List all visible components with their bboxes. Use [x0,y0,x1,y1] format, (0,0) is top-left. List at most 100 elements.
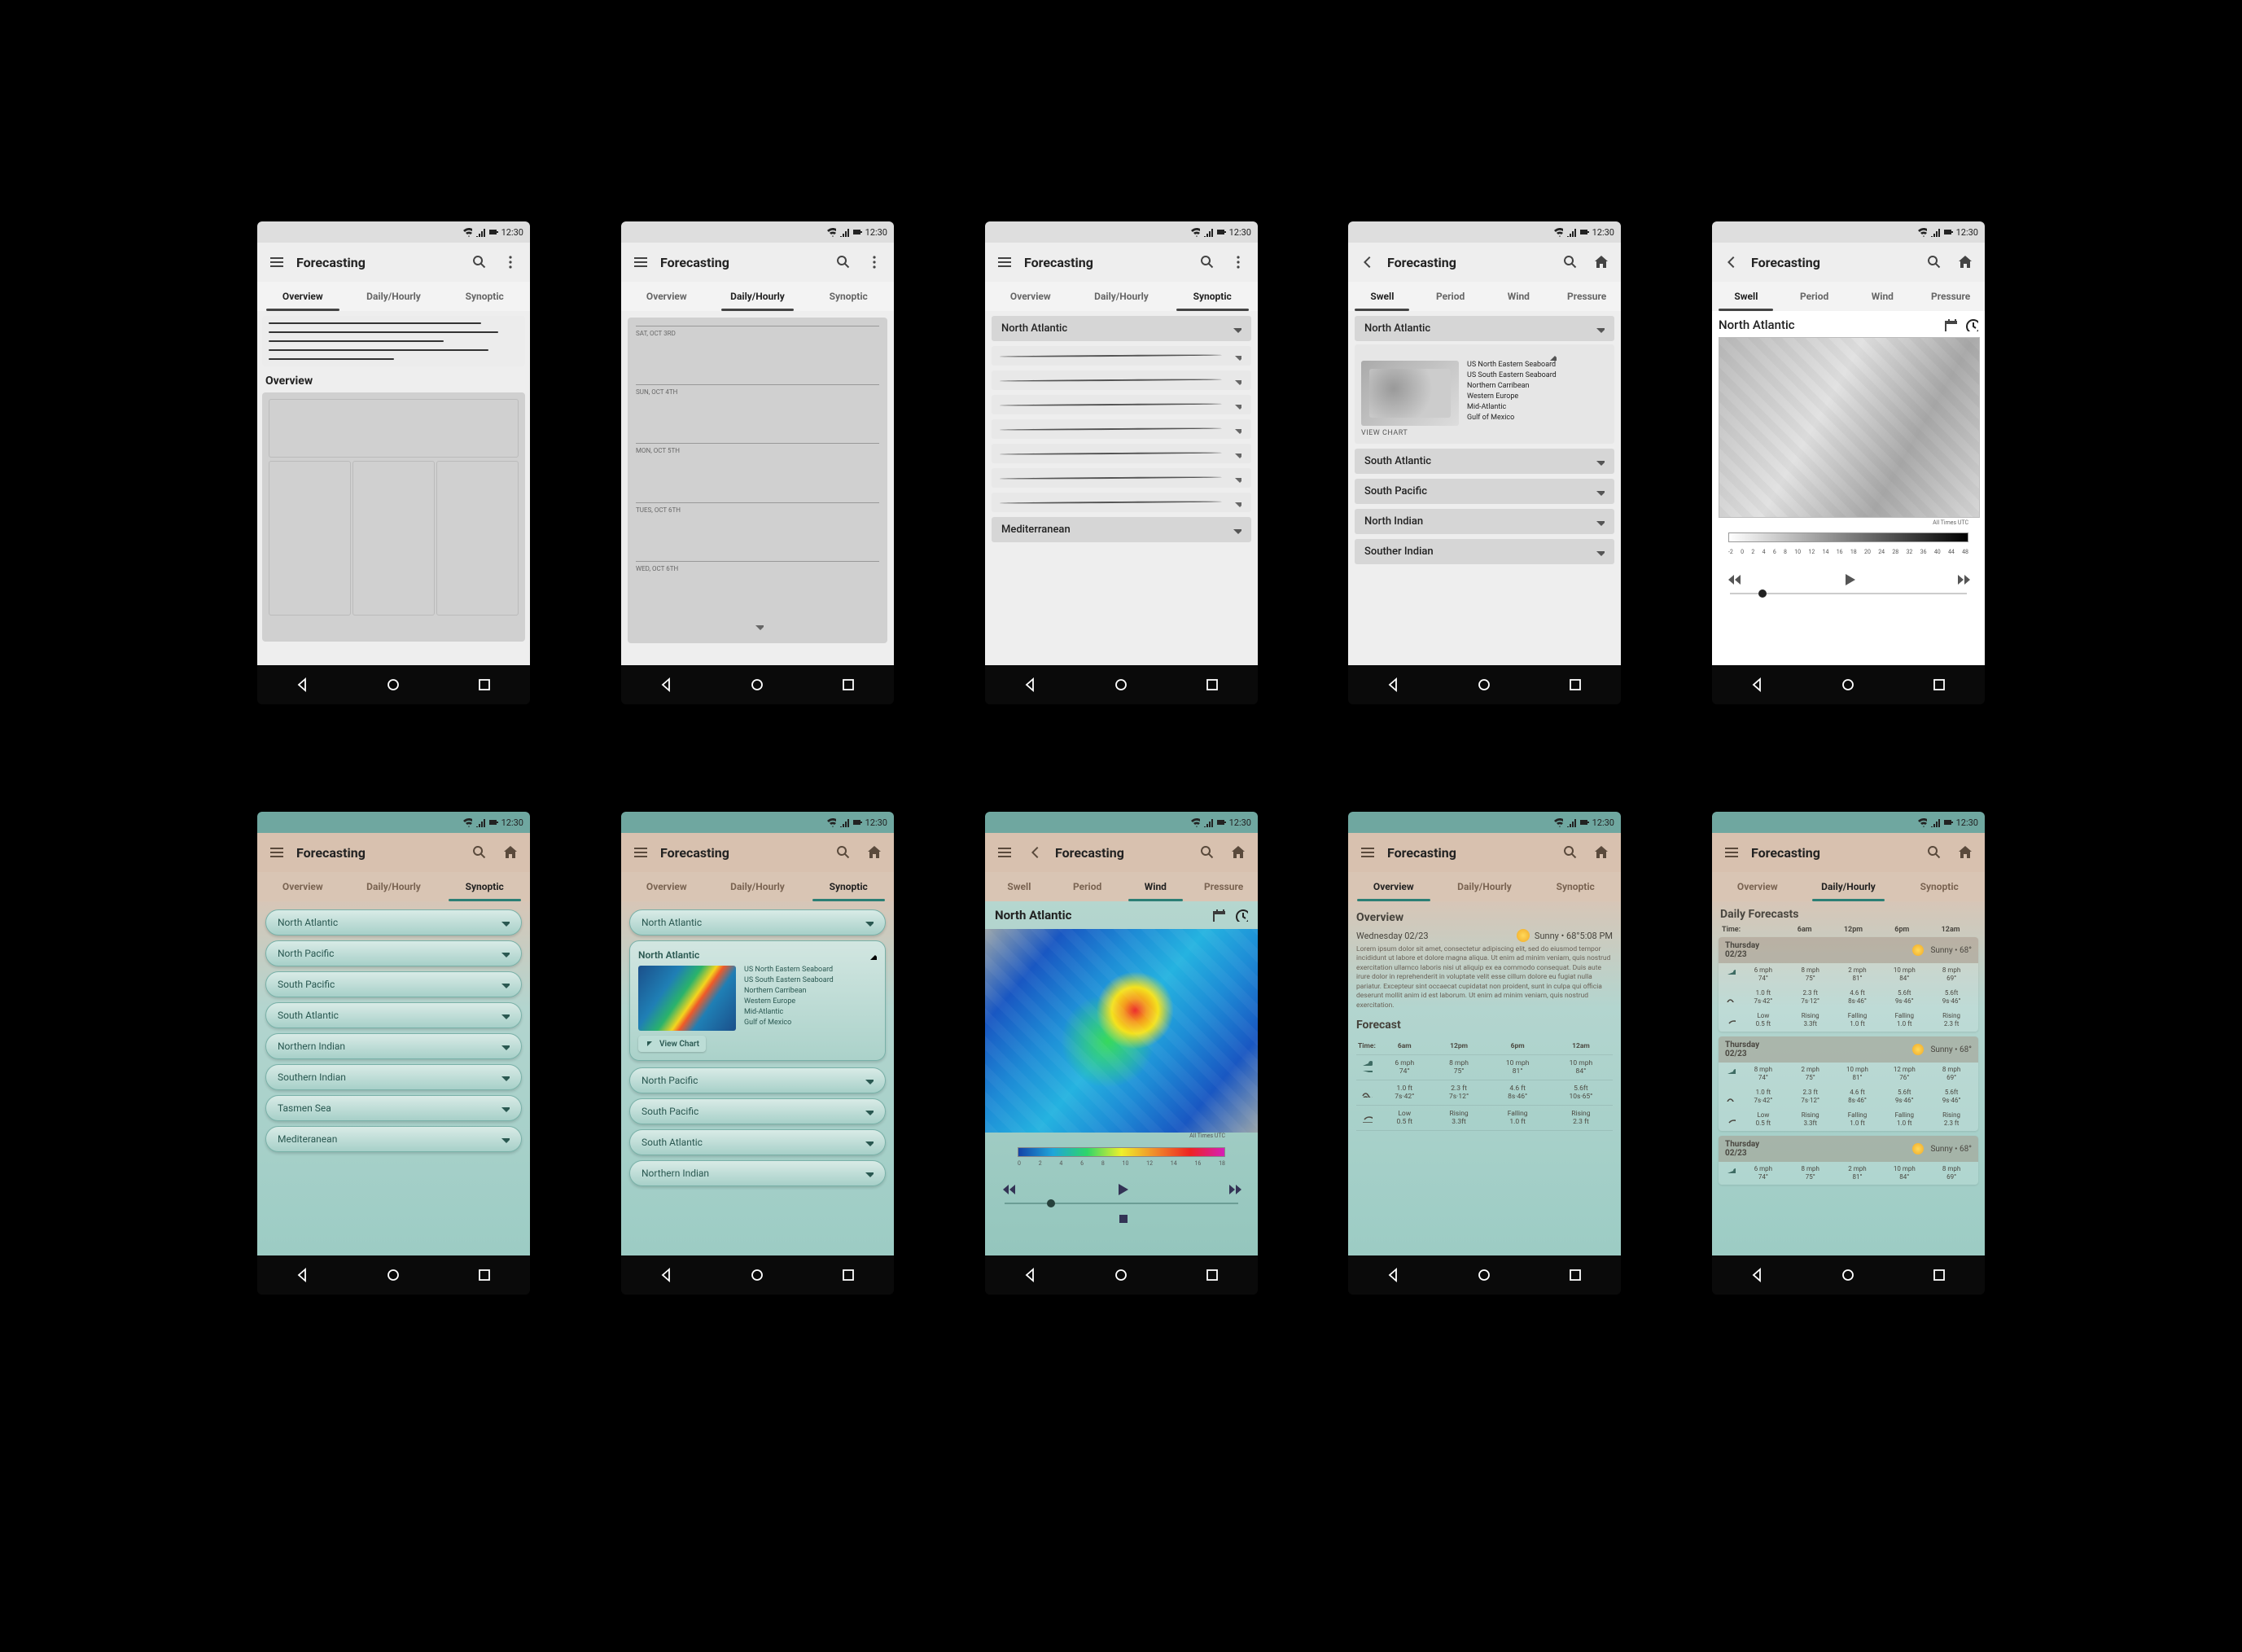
subregion-link[interactable]: Northern Carribean [1467,382,1557,390]
search-icon[interactable] [1923,841,1946,864]
tab-pressure[interactable]: Pressure [1552,282,1621,311]
nav-back-icon[interactable] [296,1268,310,1282]
nav-home-icon[interactable] [1114,1268,1128,1282]
tab-daily[interactable]: Daily/Hourly [712,282,804,311]
tab-daily[interactable]: Daily/Hourly [348,872,440,901]
subregion-link[interactable]: Northern Carribean [744,987,834,995]
menu-icon[interactable] [629,841,652,864]
search-icon[interactable] [1923,251,1946,274]
nav-home-icon[interactable] [1477,1268,1491,1282]
nav-home-icon[interactable] [1841,1268,1855,1282]
tab-overview[interactable]: Overview [257,282,348,311]
nav-back-icon[interactable] [659,1268,674,1282]
player-track[interactable] [1730,593,1967,594]
nav-back-icon[interactable] [1386,1268,1401,1282]
region-pill[interactable]: South Pacific [265,971,522,997]
nav-recent-icon[interactable] [1568,677,1583,692]
rewind-icon[interactable] [1727,572,1741,586]
day-row[interactable]: SAT, OCT 3RD [636,326,879,384]
search-icon[interactable] [468,841,491,864]
region-pill[interactable]: South Atlantic [265,1002,522,1028]
nav-recent-icon[interactable] [477,677,492,692]
fast-forward-icon[interactable] [1955,572,1970,586]
subregion-link[interactable]: Western Europe [744,997,834,1006]
region-header[interactable]: Mediterranean [992,517,1251,542]
region-pill[interactable]: North Atlantic [265,909,522,936]
nav-home-icon[interactable] [750,1268,764,1282]
search-icon[interactable] [832,841,855,864]
tab-synoptic[interactable]: Synoptic [803,872,894,901]
tab-daily[interactable]: Daily/Hourly [712,872,804,901]
nav-back-icon[interactable] [1750,677,1765,692]
tab-daily[interactable]: Daily/Hourly [1076,282,1167,311]
tab-overview[interactable]: Overview [621,872,712,901]
region-pill[interactable]: North Pacific [629,1067,886,1093]
search-icon[interactable] [1196,841,1219,864]
play-icon[interactable] [1114,1181,1129,1196]
nav-recent-icon[interactable] [1932,677,1946,692]
tab-synoptic[interactable]: Synoptic [439,872,530,901]
region-header[interactable]: North Atlantic [992,316,1251,341]
nav-recent-icon[interactable] [1932,1268,1946,1282]
search-icon[interactable] [832,251,855,274]
tab-overview[interactable]: Overview [985,282,1076,311]
nav-recent-icon[interactable] [477,1268,492,1282]
play-icon[interactable] [1841,572,1856,586]
day-list[interactable]: SAT, OCT 3RD SUN, OCT 4TH MON, OCT 5TH T… [628,318,887,643]
day-row[interactable]: MON, OCT 5TH [636,443,879,502]
region-header[interactable]: South Pacific [1355,479,1614,504]
nav-home-icon[interactable] [1477,677,1491,692]
region-pill[interactable]: North Atlantic [629,909,886,936]
wind-heatmap[interactable] [985,929,1258,1133]
back-icon[interactable] [1720,251,1743,274]
region-pill[interactable]: Tasmen Sea [265,1095,522,1121]
tab-synoptic[interactable]: Synoptic [1894,872,1985,901]
tab-synoptic[interactable]: Synoptic [1530,872,1621,901]
subregion-link[interactable]: Mid-Atlantic [744,1008,834,1016]
more-icon[interactable] [863,251,886,274]
player-track[interactable] [1005,1203,1238,1204]
region-pill[interactable]: Mediteranean [265,1126,522,1152]
menu-icon[interactable] [265,841,288,864]
fast-forward-icon[interactable] [1227,1181,1241,1196]
subregion-row[interactable] [992,493,1251,512]
search-icon[interactable] [1559,841,1582,864]
stop-icon[interactable] [1115,1211,1128,1224]
subregion-row[interactable] [992,395,1251,414]
menu-icon[interactable] [1356,841,1379,864]
nav-home-icon[interactable] [386,677,401,692]
region-header[interactable]: Souther Indian [1355,539,1614,564]
back-icon[interactable] [1024,841,1047,864]
nav-home-icon[interactable] [1114,677,1128,692]
day-card-header[interactable]: Thursday02/23Sunny • 68° [1719,1036,1978,1063]
clock-icon[interactable] [1235,909,1248,922]
menu-icon[interactable] [265,251,288,274]
menu-icon[interactable] [993,841,1016,864]
tab-pressure[interactable]: Pressure [1916,282,1985,311]
tab-overview[interactable]: Overview [1348,872,1439,901]
subregion-link[interactable]: Gulf of Mexico [744,1019,834,1027]
subregion-row[interactable] [992,444,1251,463]
tab-period[interactable]: Period [1053,872,1122,901]
menu-icon[interactable] [1720,841,1743,864]
tab-wind[interactable]: Wind [1485,282,1553,311]
nav-recent-icon[interactable] [1205,1268,1220,1282]
tab-synoptic[interactable]: Synoptic [803,282,894,311]
synoptic-map[interactable] [1719,337,1980,518]
nav-recent-icon[interactable] [1205,677,1220,692]
calendar-icon[interactable] [1212,909,1225,922]
nav-recent-icon[interactable] [1568,1268,1583,1282]
home-icon[interactable] [1590,841,1613,864]
region-pill[interactable]: Southern Indian [265,1064,522,1090]
tab-swell[interactable]: Swell [985,872,1053,901]
nav-back-icon[interactable] [659,677,674,692]
menu-icon[interactable] [629,251,652,274]
day-row[interactable]: SUN, OCT 4TH [636,384,879,443]
subregion-row[interactable] [992,370,1251,390]
day-row[interactable]: WED, OCT 6TH [636,561,879,620]
view-chart-link[interactable]: VIEW CHART [1361,429,1408,437]
nav-home-icon[interactable] [386,1268,401,1282]
day-row[interactable]: TUES, OCT 6TH [636,502,879,561]
region-header[interactable]: North Indian [1355,509,1614,534]
menu-icon[interactable] [993,251,1016,274]
